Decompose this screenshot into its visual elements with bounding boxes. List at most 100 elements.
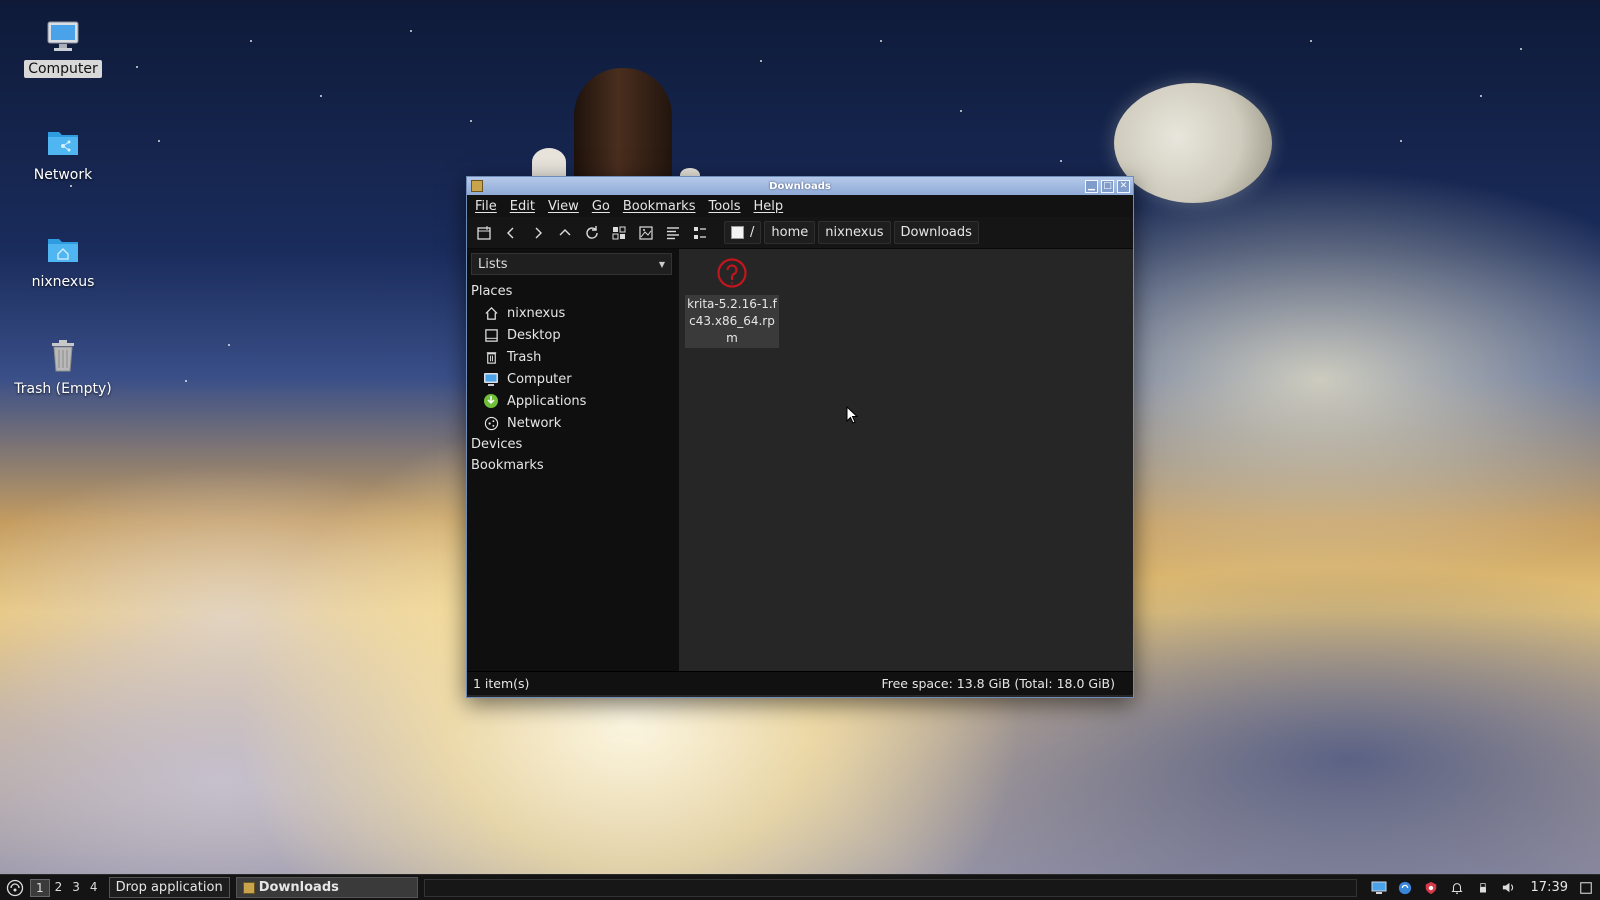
taskbar-window-downloads[interactable]: Downloads (235, 877, 418, 898)
window-titlebar[interactable]: Downloads ▁ □ ✕ (467, 177, 1133, 195)
file-item[interactable]: krita-5.2.16-1.fc43.x86_64.rpm (685, 257, 779, 348)
place-item-label: Computer (507, 371, 572, 387)
place-item-network[interactable]: Network (469, 412, 677, 434)
show-desktop-tray-button[interactable] (1371, 880, 1387, 896)
taskbar: 1 2 3 4 Drop application Downloads 17:39 (0, 874, 1600, 900)
forward-icon (535, 227, 542, 238)
workspace-4[interactable]: 4 (85, 879, 103, 897)
toolbar: / home nixnexus Downloads (467, 217, 1133, 249)
trash-icon (52, 340, 74, 372)
place-item-computer[interactable]: Computer (469, 368, 677, 390)
mouse-cursor-icon (846, 406, 859, 424)
icon-view-button[interactable] (610, 224, 628, 242)
reload-button[interactable] (583, 224, 601, 242)
place-item-home[interactable]: nixnexus (469, 302, 677, 324)
usb-tray-button[interactable] (1475, 880, 1491, 896)
desktop-icon (484, 328, 498, 342)
side-pane-mode-select[interactable]: Lists ▼ (471, 253, 672, 275)
workspace-3[interactable]: 3 (67, 879, 85, 897)
menu-bookmarks[interactable]: Bookmarks (623, 199, 696, 214)
thumbnail-view-button[interactable] (637, 224, 655, 242)
drive-icon (731, 226, 744, 239)
file-manager-icon (242, 881, 255, 894)
computer-icon (484, 373, 498, 386)
menu-help[interactable]: Help (754, 199, 784, 214)
monitor-icon (1371, 881, 1387, 894)
security-tray-button[interactable] (1423, 880, 1439, 896)
side-pane-mode-value: Lists (478, 256, 508, 272)
volume-tray-button[interactable] (1501, 880, 1517, 896)
menu-tools[interactable]: Tools (708, 199, 740, 214)
workspace-switcher: 1 2 3 4 (30, 878, 103, 897)
menu-edit[interactable]: Edit (510, 199, 535, 214)
speaker-icon (1502, 882, 1514, 893)
compact-view-button[interactable] (664, 224, 682, 242)
path-crumb-root-label: / (750, 225, 755, 240)
back-button[interactable] (502, 224, 520, 242)
item-count: 1 item(s) (473, 676, 530, 691)
path-crumb-home[interactable]: home (764, 221, 816, 244)
up-button[interactable] (556, 224, 574, 242)
place-item-trash[interactable]: Trash (469, 346, 677, 368)
update-icon (1398, 881, 1411, 894)
desktop-icon-label: Network (33, 167, 93, 183)
drop-application-button[interactable]: Drop application (108, 877, 230, 898)
back-icon (507, 227, 514, 238)
places-header[interactable]: Places (469, 281, 677, 302)
network-icon (484, 416, 498, 430)
menu-go[interactable]: Go (592, 199, 610, 214)
cloud-bump (532, 148, 566, 176)
file-name: krita-5.2.16-1.fc43.x86_64.rpm (685, 295, 779, 348)
place-item-label: Network (507, 415, 562, 431)
thumbnail-view-icon (639, 225, 653, 240)
notifications-tray-button[interactable] (1449, 880, 1465, 896)
place-item-label: nixnexus (507, 305, 566, 321)
new-tab-button[interactable] (475, 224, 493, 242)
bookmarks-header[interactable]: Bookmarks (469, 455, 677, 476)
path-crumb-nixnexus[interactable]: nixnexus (818, 221, 891, 244)
taskbar-window-list (423, 878, 1357, 897)
path-crumb-root[interactable]: / (724, 221, 762, 244)
show-desktop-button[interactable] (1578, 880, 1594, 896)
compact-view-icon (667, 226, 679, 239)
workspace-1[interactable]: 1 (30, 878, 50, 897)
forward-button[interactable] (529, 224, 547, 242)
trash-icon (486, 351, 496, 364)
close-button[interactable]: ✕ (1117, 179, 1130, 193)
system-tray: 17:39 (1371, 880, 1594, 896)
usb-icon (1479, 882, 1486, 892)
desktop-icon-trash[interactable]: Trash (Empty) (8, 338, 118, 398)
place-item-label: Trash (507, 349, 542, 365)
detailed-view-button[interactable] (691, 224, 709, 242)
menu-view[interactable]: View (548, 199, 579, 214)
place-item-desktop[interactable]: Desktop (469, 324, 677, 346)
desktop-icon-home[interactable]: nixnexus (8, 231, 118, 291)
desktop-icon-label: nixnexus (31, 274, 95, 290)
devices-header[interactable]: Devices (469, 434, 677, 455)
file-view[interactable]: krita-5.2.16-1.fc43.x86_64.rpm (679, 249, 1133, 671)
update-tray-button[interactable] (1397, 880, 1413, 896)
applications-icon (484, 394, 498, 408)
path-crumb-downloads[interactable]: Downloads (893, 221, 979, 244)
up-icon (559, 228, 571, 235)
bell-icon (1450, 882, 1463, 894)
desktop-icon-network[interactable]: Network (8, 124, 118, 184)
taskbar-window-label: Downloads (258, 880, 339, 895)
menu-file[interactable]: File (475, 199, 497, 214)
place-item-applications[interactable]: Applications (469, 390, 677, 412)
home-folder-icon (48, 239, 78, 262)
workspace-2[interactable]: 2 (50, 879, 68, 897)
maximize-button[interactable]: □ (1101, 179, 1114, 193)
desktop-icon-computer[interactable]: Computer (8, 18, 118, 78)
start-menu-icon[interactable] (6, 879, 24, 897)
icon-view-icon (612, 226, 626, 239)
computer-icon (47, 21, 79, 51)
desktop-icon-label: Trash (Empty) (14, 381, 112, 397)
rpm-package-icon (717, 258, 747, 288)
clock[interactable]: 17:39 (1531, 880, 1568, 895)
desktop-icon-label: Computer (24, 60, 102, 78)
place-item-label: Desktop (507, 327, 561, 343)
minimize-button[interactable]: ▁ (1085, 179, 1098, 193)
new-tab-icon (477, 225, 491, 240)
network-folder-icon (48, 132, 78, 155)
